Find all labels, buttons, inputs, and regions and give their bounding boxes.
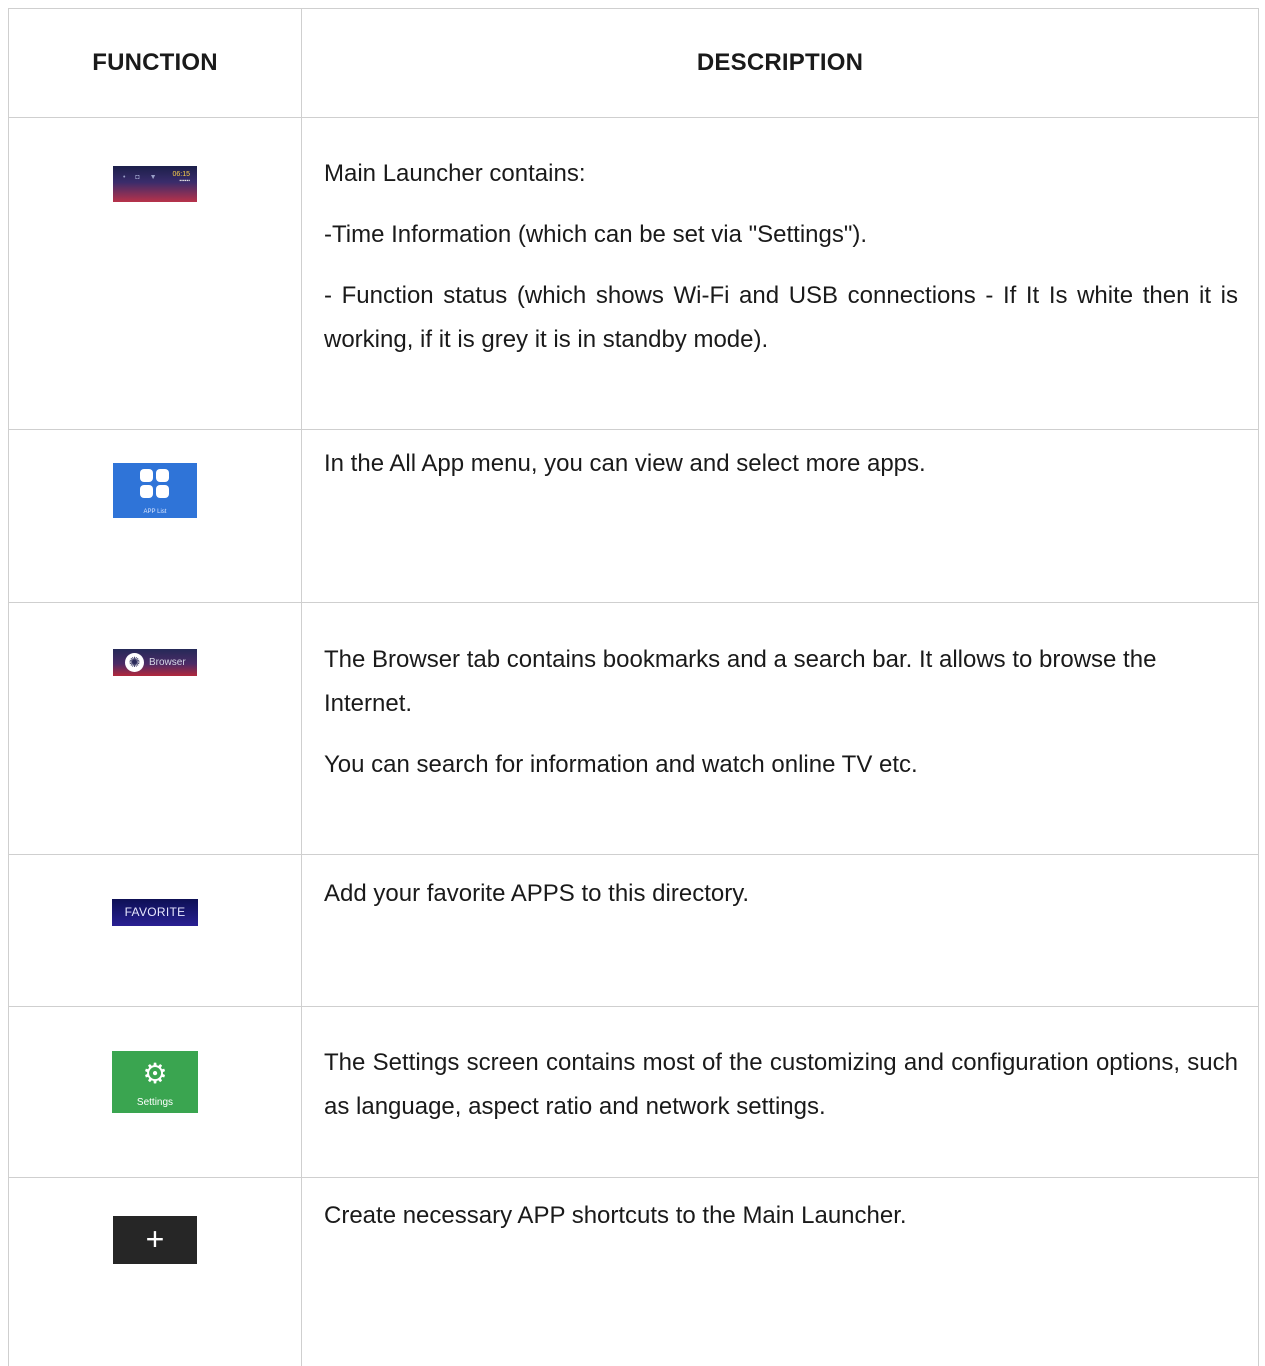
gear-icon: ⚙ xyxy=(112,1059,198,1089)
globe-icon: ✺ xyxy=(125,653,144,672)
function-cell: APP List xyxy=(9,430,302,603)
app-list-icon: APP List xyxy=(113,463,197,518)
browser-caption: Browser xyxy=(149,657,186,668)
grid-icon xyxy=(140,469,170,499)
description-text: The Settings screen contains most of the… xyxy=(324,1041,1238,1129)
description-cell: Main Launcher contains: -Time Informatio… xyxy=(302,118,1259,430)
function-cell: ✺ Browser xyxy=(9,603,302,855)
description-cell: Add your favorite APPS to this directory… xyxy=(302,855,1259,1007)
description-text: Create necessary APP shortcuts to the Ma… xyxy=(324,1194,1238,1238)
function-cell: + xyxy=(9,1178,302,1366)
description-cell: The Browser tab contains bookmarks and a… xyxy=(302,603,1259,855)
function-table: FUNCTION DESCRIPTION • ◘ ▼ 06:15▪▪▪▪▪▪ M… xyxy=(8,8,1259,1366)
browser-thumbnail-icon: ✺ Browser xyxy=(113,649,197,676)
header-description: DESCRIPTION xyxy=(302,9,1259,118)
favorite-thumbnail-icon: FAVORITE xyxy=(112,899,198,926)
description-cell: The Settings screen contains most of the… xyxy=(302,1007,1259,1178)
favorite-caption: FAVORITE xyxy=(112,905,198,919)
function-cell: • ◘ ▼ 06:15▪▪▪▪▪▪ xyxy=(9,118,302,430)
function-cell: ⚙ Settings xyxy=(9,1007,302,1178)
table-row: + Create necessary APP shortcuts to the … xyxy=(9,1178,1259,1366)
description-text: In the All App menu, you can view and se… xyxy=(324,442,1238,486)
description-text: The Browser tab contains bookmarks and a… xyxy=(324,638,1238,726)
table-row: • ◘ ▼ 06:15▪▪▪▪▪▪ Main Launcher contains… xyxy=(9,118,1259,430)
header-function: FUNCTION xyxy=(9,9,302,118)
table-row: ✺ Browser The Browser tab contains bookm… xyxy=(9,603,1259,855)
description-text: -Time Information (which can be set via … xyxy=(324,213,1238,257)
table-row: FAVORITE Add your favorite APPS to this … xyxy=(9,855,1259,1007)
plus-icon: + xyxy=(113,1222,197,1256)
settings-caption: Settings xyxy=(112,1097,198,1108)
add-shortcut-thumbnail-icon: + xyxy=(113,1216,197,1264)
table-row: APP List In the All App menu, you can vi… xyxy=(9,430,1259,603)
function-cell: FAVORITE xyxy=(9,855,302,1007)
settings-thumbnail-icon: ⚙ Settings xyxy=(112,1051,198,1113)
header-row: FUNCTION DESCRIPTION xyxy=(9,9,1259,118)
launcher-thumbnail-icon: • ◘ ▼ 06:15▪▪▪▪▪▪ xyxy=(113,166,197,202)
table-row: ⚙ Settings The Settings screen contains … xyxy=(9,1007,1259,1178)
description-cell: Create necessary APP shortcuts to the Ma… xyxy=(302,1178,1259,1366)
description-text: Main Launcher contains: xyxy=(324,152,1238,196)
description-text: Add your favorite APPS to this directory… xyxy=(324,872,1238,916)
function-table-frame: FUNCTION DESCRIPTION • ◘ ▼ 06:15▪▪▪▪▪▪ M… xyxy=(8,8,1258,1220)
description-text: - Function status (which shows Wi-Fi and… xyxy=(324,274,1238,362)
description-cell: In the All App menu, you can view and se… xyxy=(302,430,1259,603)
description-text: You can search for information and watch… xyxy=(324,743,1238,787)
app-list-caption: APP List xyxy=(113,509,197,515)
